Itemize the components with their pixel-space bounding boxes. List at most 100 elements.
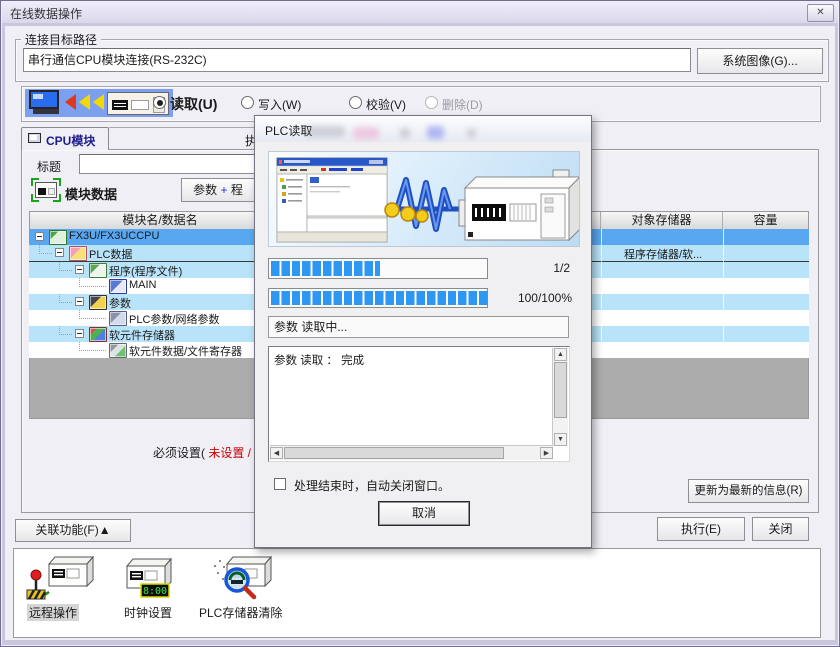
clock-setting-label: 时钟设置 (124, 604, 172, 621)
plc-read-dialog-titlebar: PLC读取 (255, 116, 591, 142)
redacted-mark (353, 127, 379, 139)
read-direction-icon (25, 89, 173, 117)
radio-write-label[interactable]: 写入(W) (258, 96, 301, 113)
window-title: 在线数据操作 (10, 5, 82, 22)
module-data-label: 模块数据 (65, 184, 117, 203)
redacted-mark (467, 128, 476, 138)
auto-close-label[interactable]: 处理结束时，自动关闭窗口。 (294, 477, 450, 494)
step-progress-fill (271, 261, 380, 276)
percent-progress-fill (271, 291, 488, 305)
step-progress-bar (268, 258, 488, 279)
cpu-module-tab-icon (28, 133, 41, 143)
radio-write[interactable] (241, 96, 254, 109)
main-program-icon (109, 279, 127, 294)
scroll-down-icon[interactable]: ▼ (554, 433, 567, 446)
radio-delete-label: 删除(D) (442, 96, 483, 113)
status-field: 参数 读取中... (268, 316, 569, 338)
system-image-button[interactable]: 系统图像(G)... (697, 48, 823, 74)
percent-progress-bar (268, 288, 488, 308)
tab-strip-line (109, 127, 259, 128)
log-text: 参数 读取 ： 完成 (274, 352, 364, 368)
redacted-mark (400, 128, 410, 138)
online-data-operation-window: 在线数据操作 ✕ 连接目标路径 串行通信CPU模块连接(RS-232C) 系统图… (0, 0, 840, 647)
module-data-icon (31, 178, 61, 202)
collapse-icon[interactable] (35, 232, 44, 241)
tree-label: PLC参数/网络参数 (129, 311, 219, 327)
horizontal-scrollbar[interactable]: ◀ ▶ (270, 445, 553, 460)
param-button-text2: 程 (228, 183, 243, 197)
required-highlight: 未设置 (208, 446, 244, 460)
remote-operation-icon (25, 552, 95, 602)
window-titlebar: 在线数据操作 ✕ (2, 2, 838, 24)
connection-path-field[interactable]: 串行通信CPU模块连接(RS-232C) (23, 48, 691, 72)
transfer-illustration (268, 151, 580, 247)
tree-label: 软元件存储器 (109, 327, 175, 343)
log-textarea[interactable]: 参数 读取 ： 完成 ▲ ▼ ◀ ▶ (268, 346, 570, 462)
plc-read-dialog: PLC读取 (254, 115, 592, 548)
remote-operation-label: 远程操作 (27, 604, 79, 621)
device-memory-icon (89, 327, 107, 342)
remote-operation-item[interactable]: 远程操作 (25, 552, 95, 622)
collapse-icon[interactable] (75, 297, 84, 306)
percent-progress-label: 100/100% (495, 291, 572, 305)
horizontal-scroll-thumb[interactable] (284, 447, 504, 459)
tree-label: 软元件数据/文件寄存器 (129, 343, 242, 359)
connection-path-label: 连接目标路径 (21, 31, 101, 48)
radio-delete (425, 96, 438, 109)
close-icon[interactable]: ✕ (807, 4, 834, 22)
col-header-target-memory: 对象存储器 (601, 212, 723, 229)
refresh-info-button[interactable]: 更新为最新的信息(R) (688, 479, 809, 503)
step-progress-label: 1/2 (502, 261, 570, 275)
program-icon (89, 263, 107, 278)
clock-digits: 8:00 (143, 586, 167, 597)
related-functions-button[interactable]: 关联功能(F)▲ (15, 519, 131, 542)
title-label: 标题 (37, 158, 61, 175)
collapse-icon[interactable] (75, 329, 84, 338)
tree-label: MAIN (129, 279, 157, 291)
auto-close-checkbox[interactable] (274, 478, 286, 490)
scroll-left-icon[interactable]: ◀ (270, 447, 283, 459)
collapse-icon[interactable] (75, 265, 84, 274)
tree-label: 程序(程序文件) (109, 263, 182, 279)
close-button[interactable]: 关闭 (752, 517, 809, 541)
param-program-button[interactable]: 参数 + 程 (181, 178, 255, 202)
target-memory-cell: 程序存储器/软... (624, 246, 702, 262)
clock-setting-icon: 8:00 (119, 552, 189, 602)
plc-param-icon (109, 311, 127, 326)
parameter-icon (89, 295, 107, 310)
radio-read-label[interactable]: 读取(U) (170, 94, 217, 114)
cpu-tree-icon (49, 230, 67, 245)
title-input[interactable] (79, 154, 255, 174)
collapse-icon[interactable] (55, 248, 64, 257)
radio-verify[interactable] (349, 96, 362, 109)
redacted-mark (305, 126, 345, 137)
col-header-capacity: 容量 (723, 212, 808, 229)
tree-label: 参数 (109, 295, 131, 311)
table-col-divider (601, 229, 602, 358)
scroll-up-icon[interactable]: ▲ (554, 348, 567, 361)
redacted-mark (427, 126, 444, 139)
plc-data-icon (69, 246, 87, 261)
plc-memory-clear-item[interactable]: PLC存储器清除 (199, 552, 299, 622)
device-data-icon (109, 343, 127, 358)
clock-setting-item[interactable]: 8:00 时钟设置 (119, 552, 189, 622)
execute-button[interactable]: 执行(E) (657, 517, 745, 541)
vertical-scrollbar[interactable]: ▲ ▼ (552, 348, 568, 446)
tree-label: PLC数据 (89, 246, 132, 262)
radio-read[interactable] (153, 96, 166, 109)
param-button-plus: + (220, 183, 227, 197)
required-prefix: 必须设置( (153, 446, 208, 460)
vertical-scroll-thumb[interactable] (554, 362, 567, 418)
cancel-button[interactable]: 取消 (379, 502, 469, 525)
param-button-text: 参数 (193, 183, 220, 197)
tab-cpu-module-label: CPU模块 (46, 132, 95, 149)
required-suffix: / (244, 446, 251, 460)
tab-cpu-module[interactable]: CPU模块 (21, 127, 109, 150)
plc-memory-clear-icon (199, 552, 299, 602)
plc-memory-clear-label: PLC存储器清除 (199, 604, 282, 621)
table-col-divider (723, 229, 724, 358)
required-setting-note: 必须设置( 未设置 / (61, 444, 251, 461)
tree-label: FX3U/FX3UCCPU (69, 230, 159, 242)
radio-verify-label[interactable]: 校验(V) (366, 96, 406, 113)
scroll-right-icon[interactable]: ▶ (540, 447, 553, 459)
